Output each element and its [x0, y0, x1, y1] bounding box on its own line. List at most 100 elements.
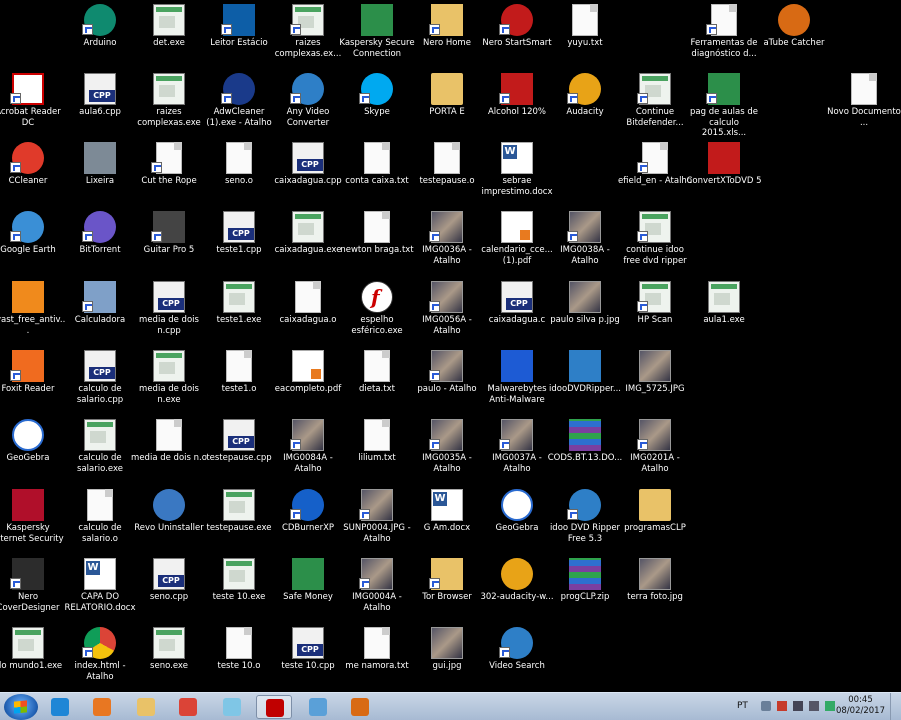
desktop-icon[interactable]: IMG0036A - Atalho — [411, 209, 483, 278]
desktop-icon[interactable]: GeoGebra — [481, 487, 553, 556]
desktop-icon[interactable]: Nero Home — [411, 2, 483, 71]
desktop-icon[interactable]: Leitor Estácio — [203, 2, 275, 71]
desktop-icon[interactable]: Skype — [341, 71, 413, 140]
desktop-icon[interactable]: index.html - Atalho — [64, 625, 136, 694]
taskbar-button-paint[interactable] — [300, 695, 336, 719]
volume-icon[interactable] — [809, 701, 819, 711]
desktop-icon[interactable]: eacompleto.pdf — [272, 348, 344, 417]
desktop-icon[interactable]: terra foto.jpg — [619, 556, 691, 625]
desktop-icon[interactable]: Kaspersky Internet Security — [0, 487, 64, 556]
desktop-icon[interactable]: Calculadora — [64, 279, 136, 348]
desktop-icon[interactable]: det.exe — [133, 2, 205, 71]
desktop-icon[interactable]: aula1.exe — [688, 279, 760, 348]
desktop-icon[interactable]: GeoGebra — [0, 417, 64, 486]
show-desktop-button[interactable] — [890, 693, 901, 720]
desktop-icon[interactable]: Cut the Rope — [133, 140, 205, 209]
desktop-icon[interactable]: paulo - Atalho — [411, 348, 483, 417]
desktop-icon[interactable]: IMG0038A - Atalho — [549, 209, 621, 278]
desktop-icon[interactable]: alo mundo1.exe — [0, 625, 64, 694]
desktop-icon[interactable]: Foxit Reader — [0, 348, 64, 417]
desktop-icon[interactable]: Acrobat Reader DC — [0, 71, 64, 140]
battery-icon[interactable] — [825, 701, 835, 711]
language-indicator[interactable]: PT — [737, 701, 748, 711]
flag-icon[interactable] — [777, 701, 787, 711]
desktop-icon[interactable]: IMG0035A - Atalho — [411, 417, 483, 486]
desktop-icon[interactable]: Tor Browser — [411, 556, 483, 625]
desktop-icon[interactable]: testepause.cpp — [203, 417, 275, 486]
taskbar-button-internet-explorer[interactable] — [42, 695, 78, 719]
network-icon[interactable] — [793, 701, 803, 711]
desktop-icon[interactable]: Audacity — [549, 71, 621, 140]
desktop-icon[interactable]: Alcohol 120% — [481, 71, 553, 140]
desktop-icon[interactable]: BitTorrent — [64, 209, 136, 278]
desktop-icon[interactable]: Safe Money — [272, 556, 344, 625]
clock[interactable]: 00:45 08/02/2017 — [836, 695, 885, 717]
desktop-icon[interactable]: raizes complexas.exe — [133, 71, 205, 140]
desktop-icon[interactable]: testepause.o — [411, 140, 483, 209]
desktop-icon[interactable]: teste1.o — [203, 348, 275, 417]
desktop-icon[interactable]: caixadagua.o — [272, 279, 344, 348]
taskbar-button-notes[interactable] — [214, 695, 250, 719]
desktop-icon[interactable]: continue idoo free dvd ripper — [619, 209, 691, 278]
desktop-icon[interactable]: raizes complexas.ex... — [272, 2, 344, 71]
desktop-icon[interactable]: AdwCleaner (1).exe - Atalho — [203, 71, 275, 140]
desktop-icon[interactable]: CCleaner — [0, 140, 64, 209]
show-hidden-icons-icon[interactable] — [761, 701, 771, 711]
desktop-icon[interactable]: teste1.exe — [203, 279, 275, 348]
desktop-icon[interactable]: yuyu.txt — [549, 2, 621, 71]
desktop-icon[interactable]: calculo de salario.o — [64, 487, 136, 556]
desktop-icon[interactable]: ConvertXToDVD 5 — [686, 140, 762, 209]
desktop-icon[interactable]: Video Search — [481, 625, 553, 694]
taskbar-button-chrome[interactable] — [170, 695, 206, 719]
desktop-icon[interactable]: Novo Documento ... — [827, 71, 901, 140]
desktop-icon[interactable]: IMG0056A - Atalho — [411, 279, 483, 348]
desktop-icon[interactable]: caixadagua.exe — [272, 209, 344, 278]
desktop-icon[interactable]: Revo Uninstaller — [133, 487, 205, 556]
desktop-icon[interactable]: CAPA DO RELATORIO.docx — [64, 556, 136, 625]
desktop-icon[interactable]: teste 10.cpp — [272, 625, 344, 694]
desktop-icon[interactable]: Nero StartSmart — [481, 2, 553, 71]
desktop-icon[interactable]: sebrae imprestimo.docx — [481, 140, 553, 209]
desktop-icon[interactable]: seno.exe — [133, 625, 205, 694]
desktop-icon[interactable]: calculo de salario.cpp — [64, 348, 136, 417]
desktop-icon[interactable]: PORTA E — [411, 71, 483, 140]
desktop-icon[interactable]: media de dois n.o — [131, 417, 207, 486]
taskbar-button-file-explorer[interactable] — [128, 695, 164, 719]
desktop-icon[interactable]: testepause.exe — [203, 487, 275, 556]
desktop-icon[interactable]: teste1.cpp — [203, 209, 275, 278]
desktop-icon[interactable]: IMG_5725.JPG — [619, 348, 691, 417]
desktop-icon[interactable]: pag de aulas de calculo 2015.xls... — [688, 71, 760, 140]
desktop-icon[interactable]: caixadagua.c — [481, 279, 553, 348]
desktop-icon[interactable]: efield_en - Atalho — [618, 140, 692, 209]
desktop-icon[interactable]: Lixeira — [64, 140, 136, 209]
desktop-icon[interactable]: Malwarebytes Anti-Malware — [481, 348, 553, 417]
start-button[interactable] — [4, 694, 38, 720]
desktop-icon[interactable]: IMG0037A - Atalho — [481, 417, 553, 486]
desktop-icon[interactable]: gui.jpg — [411, 625, 483, 694]
taskbar-button-media-player[interactable] — [84, 695, 120, 719]
desktop-icon[interactable]: seno.o — [203, 140, 275, 209]
desktop-icon[interactable]: aTube Catcher — [758, 2, 830, 71]
desktop-icon[interactable]: SUNP0004.JPG - Atalho — [341, 487, 413, 556]
desktop-icon[interactable]: programasCLP — [619, 487, 691, 556]
desktop-icon[interactable]: HP Scan — [619, 279, 691, 348]
desktop-icon[interactable]: teste 10.o — [203, 625, 275, 694]
desktop-icon[interactable]: Google Earth — [0, 209, 64, 278]
desktop-icon[interactable]: dieta.txt — [341, 348, 413, 417]
desktop-icon[interactable]: Continue Bitdefender... — [619, 71, 691, 140]
desktop-icon[interactable]: newton braga.txt — [340, 209, 414, 278]
desktop-icon[interactable]: idooDVDRipper... — [549, 348, 621, 417]
desktop-icon[interactable]: seno.cpp — [133, 556, 205, 625]
desktop-icon[interactable]: calculo de salario.exe — [64, 417, 136, 486]
desktop-icon[interactable]: 302-audacity-w... — [480, 556, 554, 625]
desktop-icon[interactable]: lilium.txt — [341, 417, 413, 486]
desktop-icon[interactable]: Kaspersky Secure Connection — [339, 2, 415, 71]
desktop-icon[interactable]: Arduino — [64, 2, 136, 71]
desktop-icon[interactable]: Avast_free_antiv... — [0, 279, 65, 348]
desktop-icon[interactable]: IMG0201A - Atalho — [619, 417, 691, 486]
taskbar-button-atube[interactable] — [342, 695, 378, 719]
desktop-icon[interactable]: IMG0084A - Atalho — [272, 417, 344, 486]
desktop-icon[interactable]: media de dois n.cpp — [133, 279, 205, 348]
desktop-icon[interactable]: CDBurnerXP — [272, 487, 344, 556]
desktop-icon[interactable]: Nero CoverDesigner — [0, 556, 64, 625]
